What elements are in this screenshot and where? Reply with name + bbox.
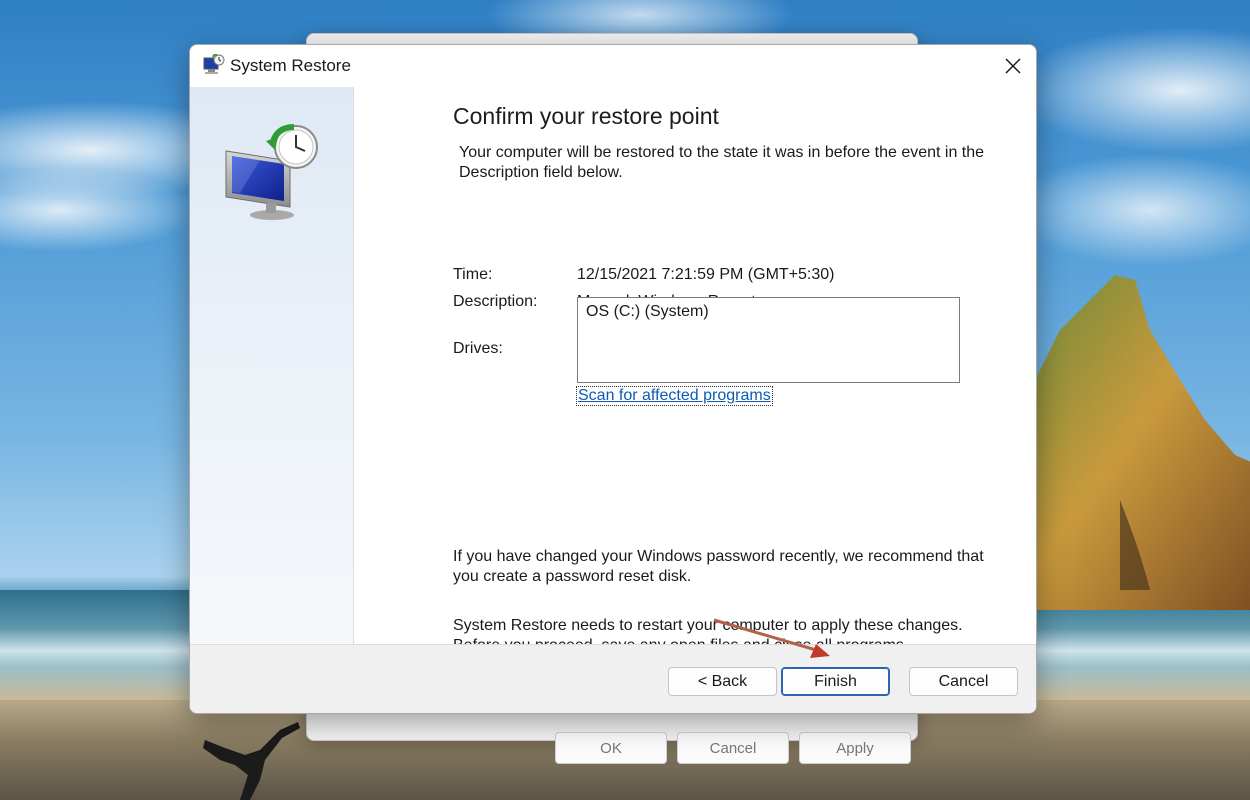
finish-button[interactable]: Finish bbox=[781, 667, 890, 696]
background-ok-button: OK bbox=[555, 732, 667, 764]
close-icon bbox=[1005, 58, 1021, 74]
wallpaper-cliff bbox=[1030, 275, 1250, 610]
time-label: Time: bbox=[453, 266, 493, 283]
description-label: Description: bbox=[453, 293, 538, 310]
side-panel bbox=[190, 87, 354, 644]
time-value: 12/15/2021 7:21:59 PM (GMT+5:30) bbox=[577, 266, 835, 283]
content-area: Confirm your restore point Your computer… bbox=[353, 87, 1036, 654]
dialog-title: System Restore bbox=[230, 56, 351, 75]
scan-affected-programs-link[interactable]: Scan for affected programs bbox=[576, 386, 773, 406]
wallpaper-person-silhouette bbox=[203, 722, 300, 800]
drives-label: Drives: bbox=[453, 340, 503, 357]
system-restore-icon bbox=[203, 54, 225, 74]
background-apply-button: Apply bbox=[799, 732, 911, 764]
close-button[interactable] bbox=[990, 45, 1036, 87]
title-bar[interactable]: System Restore bbox=[190, 45, 1036, 87]
restore-computer-icon bbox=[225, 124, 318, 220]
list-item[interactable]: OS (C:) (System) bbox=[586, 303, 709, 321]
page-title: Confirm your restore point bbox=[453, 103, 719, 129]
drives-list[interactable]: OS (C:) (System) bbox=[577, 297, 960, 383]
background-cancel-button: Cancel bbox=[677, 732, 789, 764]
button-bar: < Back Finish Cancel bbox=[190, 644, 1036, 713]
cancel-button[interactable]: Cancel bbox=[909, 667, 1018, 696]
system-restore-dialog: System Restore Confirm your restore poin… bbox=[189, 44, 1037, 714]
back-button[interactable]: < Back bbox=[668, 667, 777, 696]
password-note: If you have changed your Windows passwor… bbox=[453, 548, 984, 585]
intro-text: Your computer will be restored to the st… bbox=[459, 144, 985, 181]
